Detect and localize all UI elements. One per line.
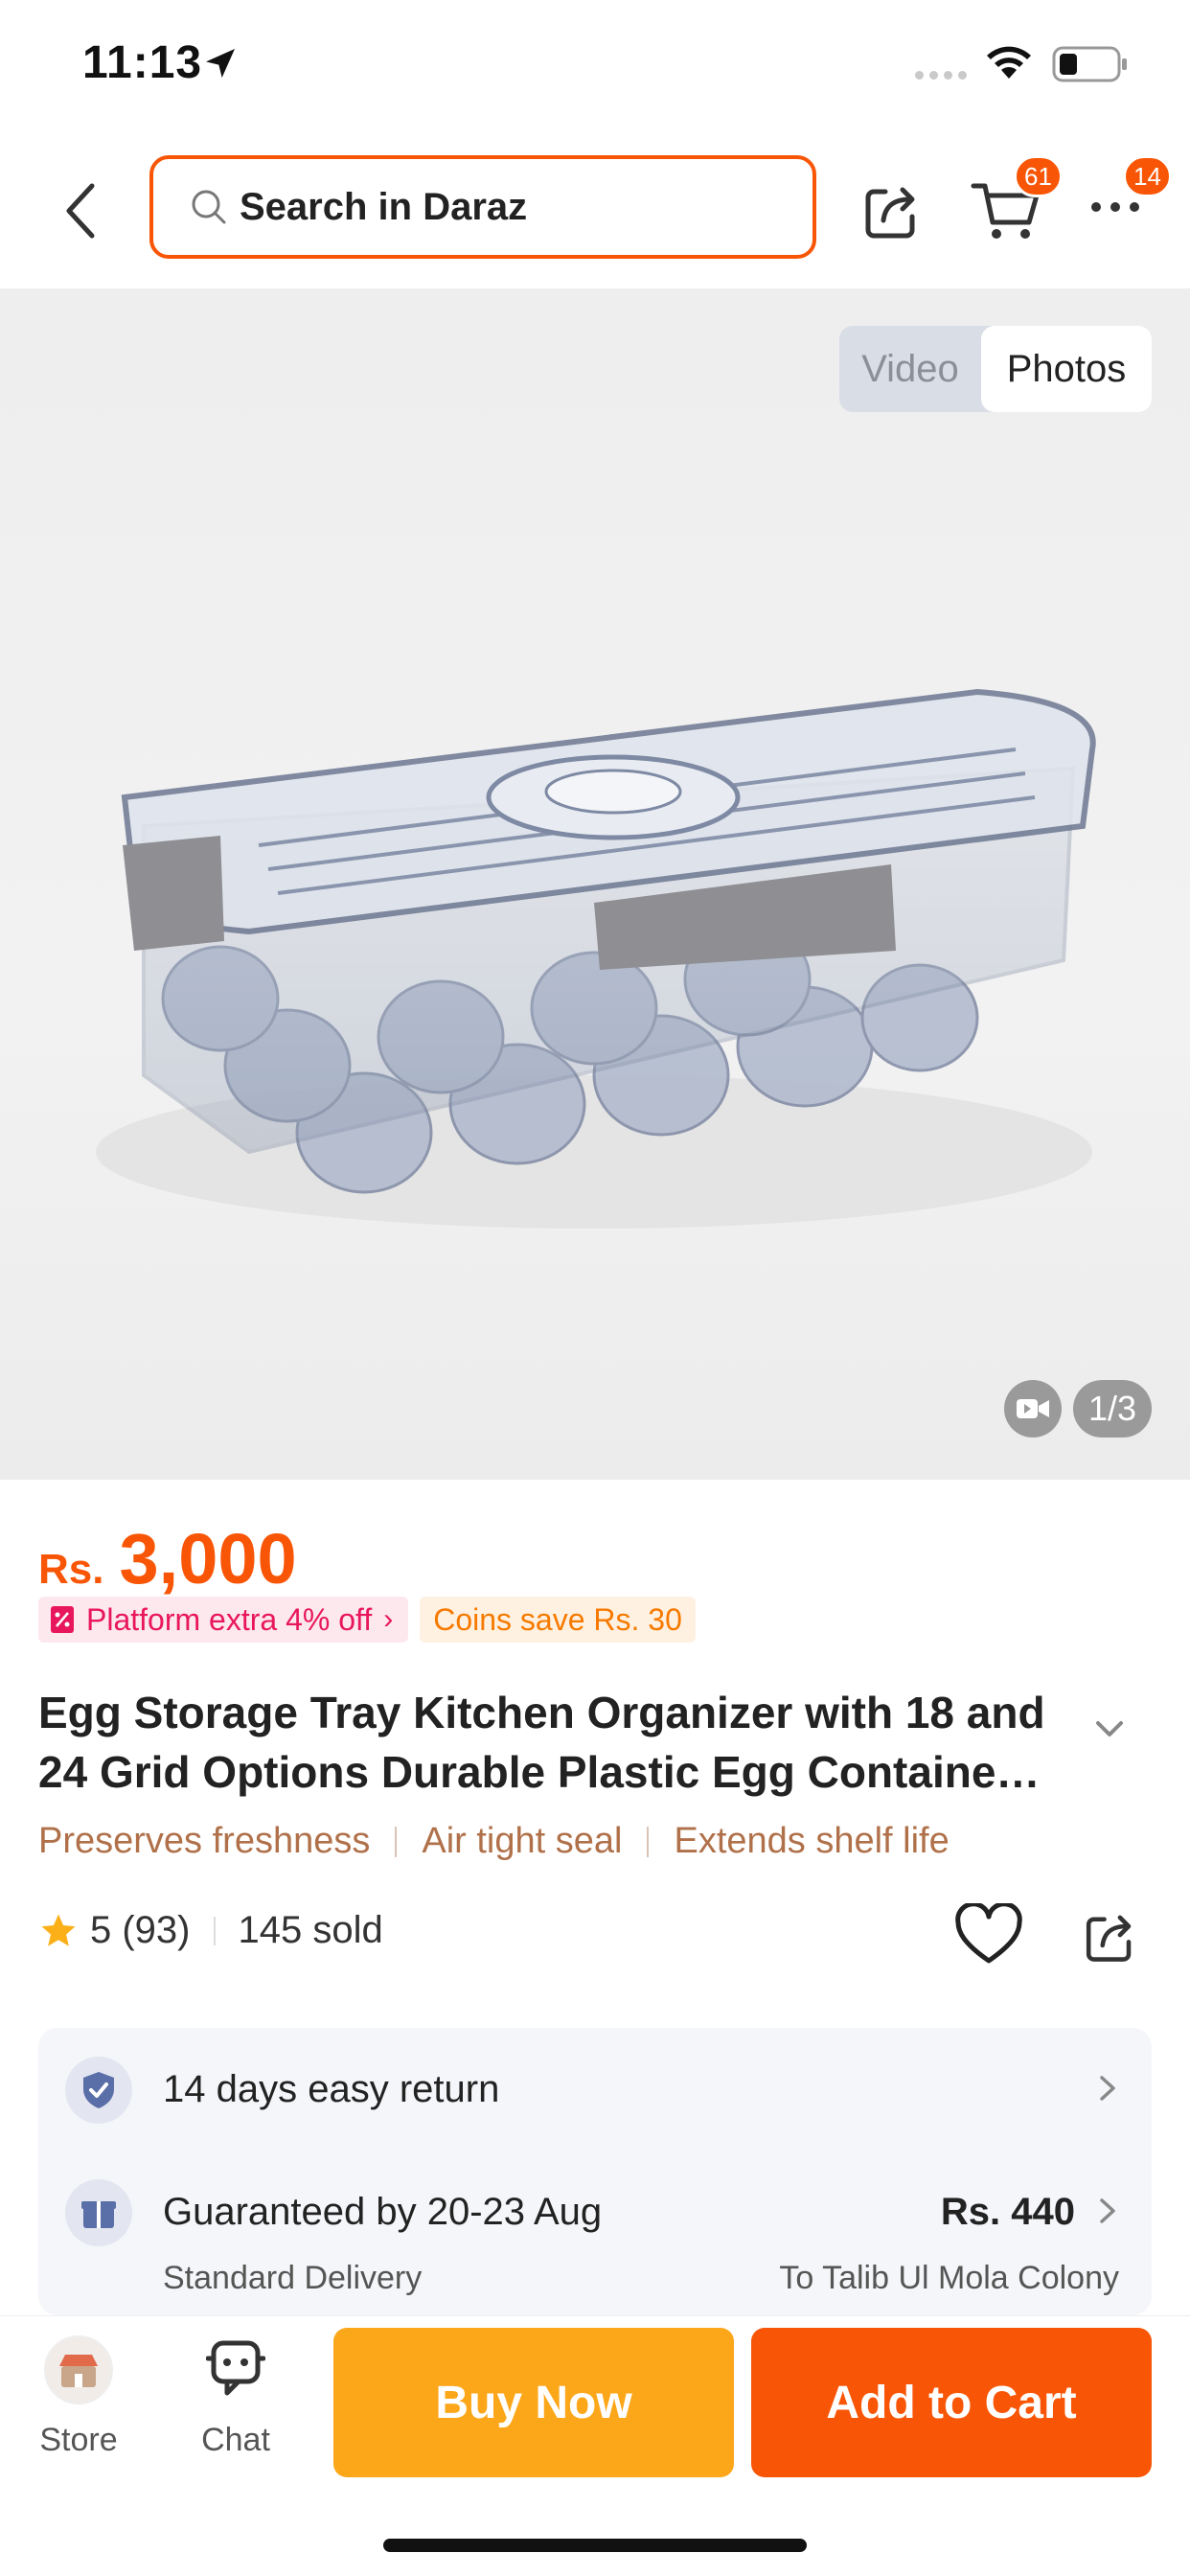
product-image	[96, 688, 1096, 1229]
product-title[interactable]: Egg Storage Tray Kitchen Organizer with …	[38, 1683, 1073, 1802]
price: Rs. 3,000	[38, 1518, 297, 1599]
gift-icon	[65, 2179, 132, 2246]
promo-row: Platform extra 4% off › Coins save Rs. 3…	[38, 1597, 696, 1643]
shield-check-icon	[65, 2057, 132, 2124]
delivery-destination: To Talib Ul Mola Colony	[779, 2260, 1119, 2296]
chat-label: Chat	[201, 2422, 270, 2458]
home-indicator[interactable]	[383, 2539, 807, 2552]
search-input[interactable]: Search in Daraz	[149, 155, 816, 259]
media-toggle: Video Photos	[839, 326, 1152, 412]
star-icon	[41, 1914, 76, 1946]
heart-icon[interactable]	[954, 1903, 1023, 1966]
tag-icon	[51, 1606, 74, 1633]
search-icon	[192, 190, 226, 224]
messages-count-badge: 14	[1123, 155, 1172, 197]
delivery-guarantee-text: Guaranteed by 20-23 Aug	[163, 2191, 603, 2233]
store-label: Store	[39, 2422, 118, 2458]
chevron-down-icon[interactable]	[1090, 1715, 1129, 1744]
chevron-right-icon	[1100, 2198, 1115, 2223]
status-bar: 11:13	[0, 0, 1190, 134]
cart-count-badge: 61	[1014, 155, 1063, 197]
status-time: 11:13	[82, 37, 203, 88]
delivery-row[interactable]: Guaranteed by 20-23 Aug Rs. 440 Standard…	[38, 2152, 1152, 2315]
feature-item: Air tight seal	[422, 1821, 623, 1861]
platform-discount-chip[interactable]: Platform extra 4% off ›	[38, 1597, 409, 1643]
return-policy-row[interactable]: 14 days easy return	[38, 2028, 1152, 2152]
coins-save-chip[interactable]: Coins save Rs. 30	[420, 1597, 696, 1643]
search-placeholder: Search in Daraz	[240, 185, 528, 228]
bottom-action-bar: Store Chat Buy Now Add to Cart	[0, 2315, 1190, 2576]
feature-item: Extends shelf life	[674, 1821, 950, 1861]
price-currency: Rs.	[38, 1546, 104, 1593]
cellular-signal-icon	[915, 71, 967, 80]
location-arrow-icon	[206, 49, 235, 78]
rating-row[interactable]: 5 (93) 145 sold	[38, 1909, 383, 1952]
back-arrow-icon[interactable]	[52, 172, 109, 249]
share-icon[interactable]	[862, 178, 920, 242]
feature-item: Preserves freshness	[38, 1821, 371, 1861]
return-policy-text: 14 days easy return	[163, 2068, 500, 2110]
store-button[interactable]: Store	[29, 2335, 128, 2479]
divider	[647, 1826, 650, 1857]
chevron-right-icon: ›	[383, 1603, 394, 1635]
platform-discount-text: Platform extra 4% off	[86, 1601, 373, 1637]
share-icon[interactable]	[1081, 1907, 1138, 1965]
rating-value: 5 (93)	[90, 1909, 191, 1951]
battery-icon	[1052, 46, 1127, 82]
top-nav-bar: Search in Daraz 61 14	[0, 134, 1190, 289]
video-camera-icon	[1017, 1399, 1049, 1418]
service-info-card: 14 days easy return Guaranteed by 20-23 …	[38, 2028, 1152, 2315]
chevron-right-icon	[1100, 2076, 1115, 2101]
add-to-cart-button[interactable]: Add to Cart	[751, 2328, 1152, 2477]
delivery-price: Rs. 440	[940, 2191, 1075, 2233]
delivery-type: Standard Delivery	[163, 2260, 423, 2296]
tab-video[interactable]: Video	[839, 326, 981, 412]
tab-photos[interactable]: Photos	[981, 326, 1152, 412]
chat-button[interactable]: Chat	[190, 2335, 282, 2479]
feature-highlights: Preserves freshness Air tight seal Exten…	[38, 1821, 950, 1862]
sold-count: 145 sold	[238, 1909, 383, 1951]
store-icon	[44, 2335, 113, 2404]
image-page-indicator: 1/3	[1073, 1380, 1152, 1438]
wifi-icon	[987, 46, 1031, 79]
divider	[395, 1826, 398, 1857]
chat-icon	[206, 2340, 265, 2396]
video-play-button[interactable]	[1004, 1380, 1062, 1438]
price-value: 3,000	[119, 1519, 297, 1598]
buy-now-button[interactable]: Buy Now	[333, 2328, 734, 2477]
divider	[213, 1916, 216, 1945]
product-image-gallery[interactable]: Video Photos 1/3	[0, 289, 1190, 1480]
